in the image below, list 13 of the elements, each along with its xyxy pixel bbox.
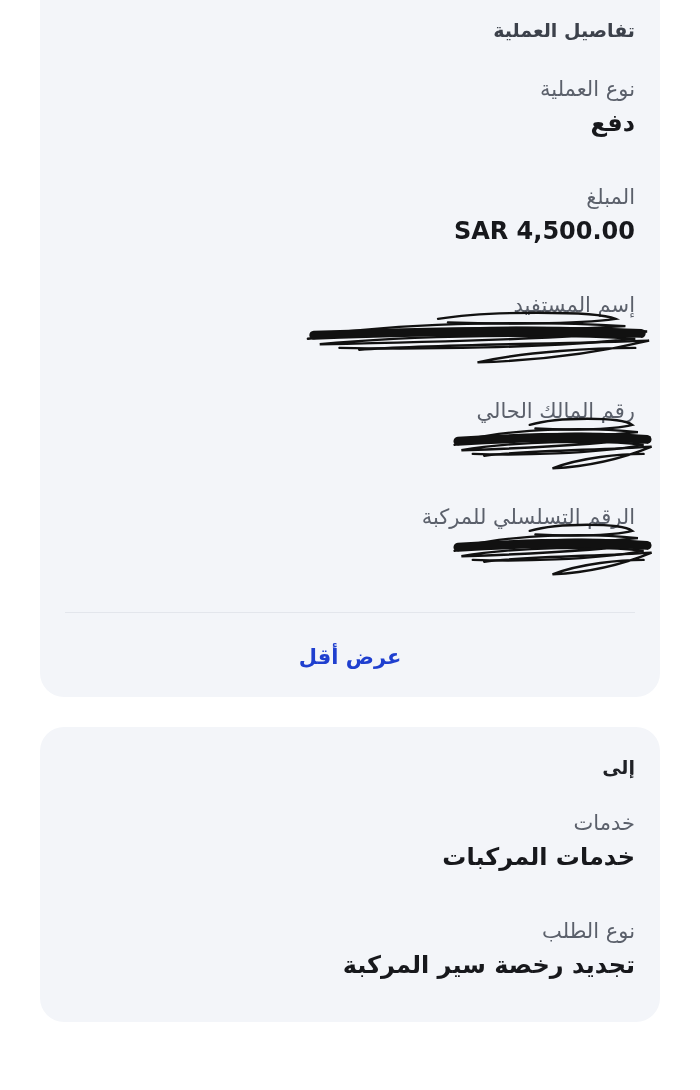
- show-less-link[interactable]: عرض أقل: [286, 635, 414, 679]
- field-value: خدمات المركبات: [442, 842, 635, 873]
- field-label: الرقم التسلسلي للمركبة: [421, 504, 635, 531]
- field-label: إسم المستفيد: [513, 292, 635, 320]
- section-title: تفاصيل العملية: [493, 18, 635, 43]
- field-label: نوع العملية: [540, 76, 635, 103]
- field-value: SAR 4,500.00: [453, 216, 635, 247]
- field-value: تجديد رخصة سير المركبة: [342, 950, 635, 981]
- field-label: نوع الطلب: [542, 918, 635, 945]
- field-label: خدمات: [573, 810, 635, 837]
- field-label: المبلغ: [586, 184, 635, 211]
- field-value: دفع: [590, 108, 635, 139]
- section-title: إلى: [602, 755, 635, 781]
